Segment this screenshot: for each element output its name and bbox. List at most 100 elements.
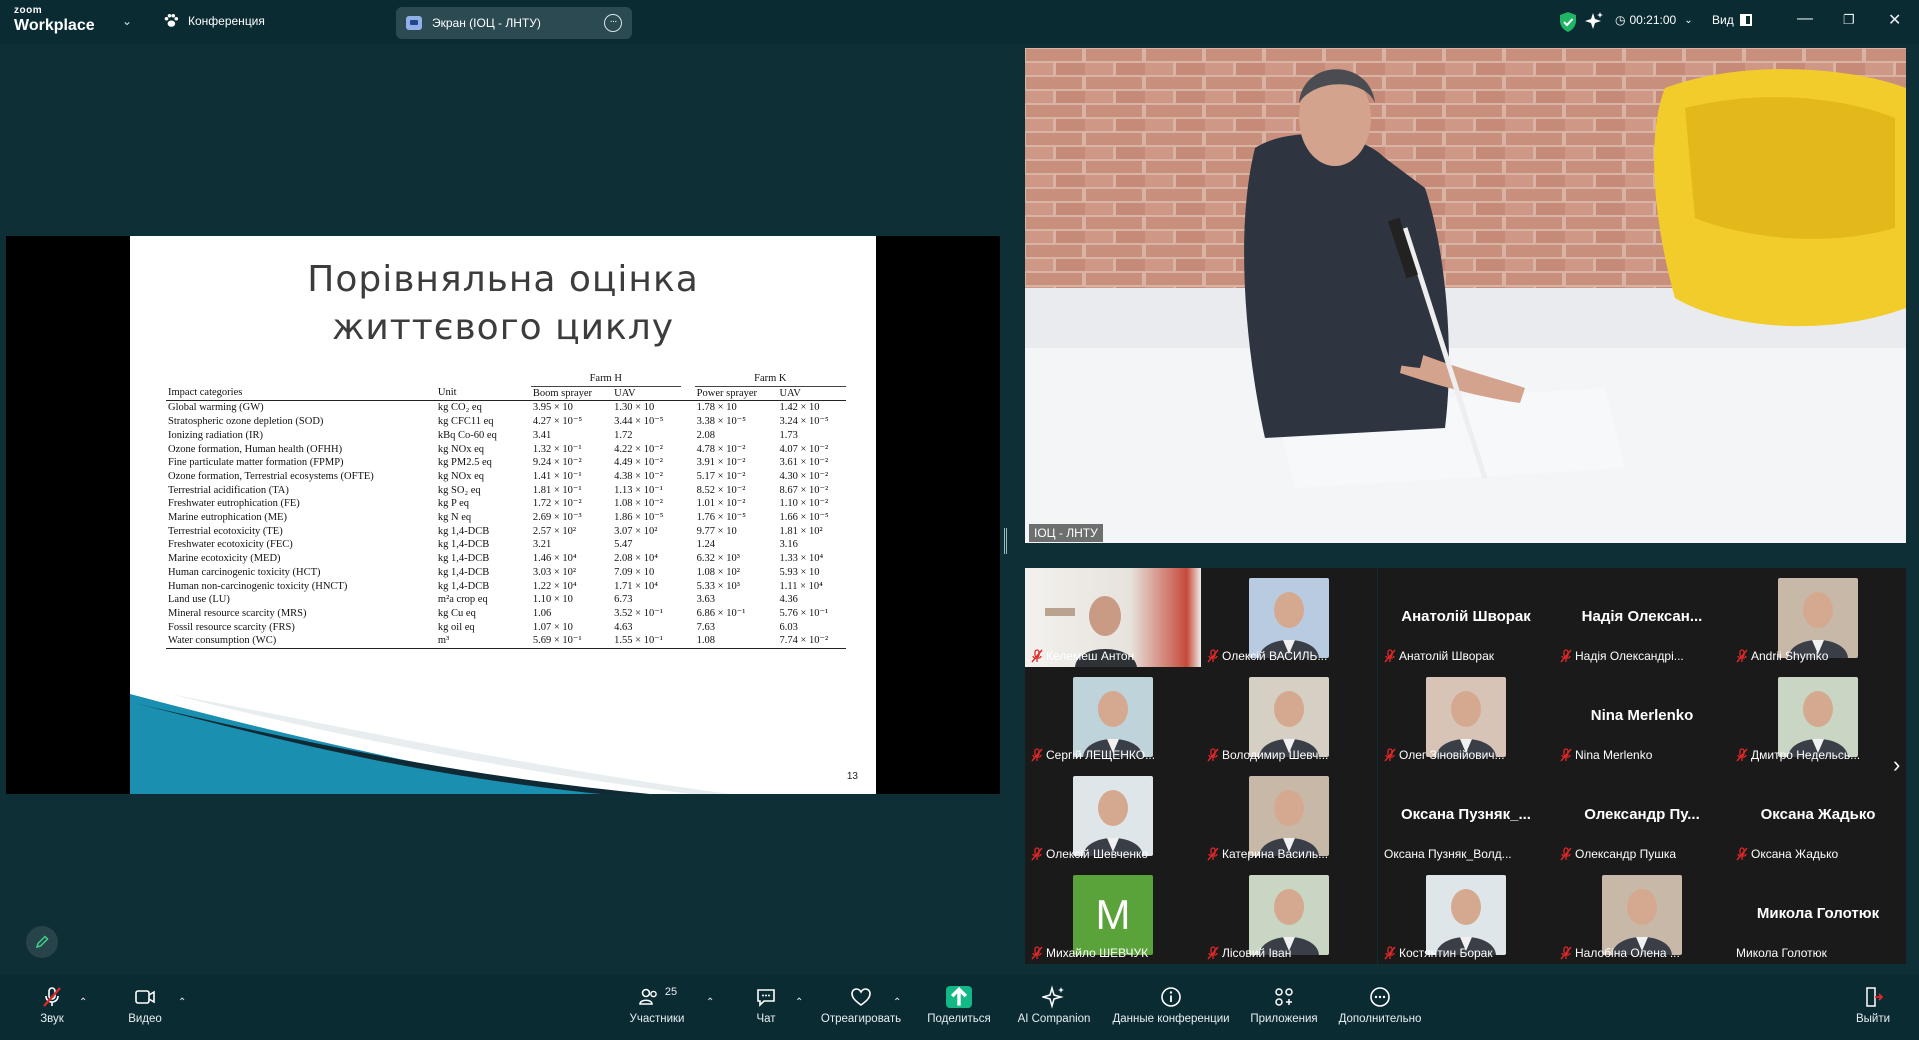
participant-display-name: Анатолій Шворак [1401, 608, 1531, 625]
screen-share-tab[interactable]: Экран (ІОЦ - ЛНТУ) ··· [396, 7, 632, 39]
table-cell: 5.47 [614, 539, 633, 551]
column-gap [681, 552, 695, 566]
chat-options-caret[interactable]: ⌃ [795, 997, 803, 1008]
react-button[interactable]: Отреагировать [818, 981, 904, 1025]
table-cell: kg 1,4-DCB [437, 566, 490, 578]
column-gap [681, 593, 695, 607]
close-icon[interactable]: ✕ [1888, 10, 1901, 30]
shared-screen[interactable]: Порівняльна оцінка життєвого циклу Farm … [6, 236, 1000, 794]
participant-tile[interactable]: Дмитро Недельсь... [1730, 667, 1906, 766]
participant-tile[interactable]: Оксана Жадько Оксана Жадько [1730, 766, 1906, 865]
apps-icon [1275, 988, 1293, 1006]
column-gap [517, 552, 531, 566]
audio-button[interactable]: Звук [36, 981, 68, 1025]
video-options-caret[interactable]: ⌃ [178, 997, 186, 1008]
table-cell: 3.07 × 10² [614, 525, 658, 537]
participant-name: Дмитро Недельсь... [1751, 748, 1861, 762]
column-gap [681, 511, 695, 525]
apps-button[interactable]: Приложения [1246, 981, 1322, 1025]
table-cell: 1.72 × 10⁻² [532, 498, 582, 510]
participant-tile[interactable]: Володимир Шевч... [1201, 667, 1377, 766]
participants-options-caret[interactable]: ⌃ [706, 997, 714, 1008]
meeting-toolbar: Звук ⌃ Видео ⌃ 25 Участники ⌃ Чат ⌃ Отре… [0, 975, 1919, 1040]
table-row: Ozone formation, Human health (OFHH) kg N… [166, 443, 846, 457]
table-cell: 2.08 × 10⁴ [614, 553, 658, 565]
microphone-muted-icon [1384, 748, 1396, 762]
meeting-info-button[interactable]: Данные конференции [1108, 981, 1234, 1025]
table-cell: 4.22 × 10⁻² [614, 443, 663, 455]
table-row: Human non-carcinogenic toxicity (HNCT) kg… [166, 580, 846, 594]
share-screen-button[interactable]: Поделиться [924, 981, 994, 1025]
participant-name-label: Олег Зіновійович... [1384, 748, 1505, 762]
encryption-shield-icon[interactable] [1558, 11, 1578, 33]
view-button[interactable]: Вид [1712, 13, 1752, 27]
participant-tile[interactable]: Катерина Василь... [1201, 766, 1377, 865]
restore-icon[interactable]: ❐ [1843, 12, 1855, 28]
participant-tile[interactable]: Олег Зіновійович... [1378, 667, 1554, 766]
table-cell: Marine eutrophication (ME) [168, 512, 287, 524]
meeting-menu-button[interactable]: Конференция [162, 12, 265, 30]
table-cell: 1.81 × 10² [779, 525, 823, 537]
participant-tile[interactable]: Andrii Shymko [1730, 568, 1906, 667]
table-cell: 1.76 × 10⁻⁵ [696, 512, 746, 524]
participant-tile[interactable]: Олександр Пу... Олександр Пушка [1554, 766, 1730, 865]
participant-name: Оксана Жадько [1751, 847, 1839, 861]
participant-tile[interactable]: Келемеш Антон [1025, 568, 1201, 667]
column-gap [517, 497, 531, 511]
table-cell: 1.41 × 10⁻¹ [532, 470, 582, 482]
table-cell: Land use (LU) [168, 594, 230, 606]
table-cell: 1.72 [614, 429, 633, 441]
logo-top-text: zoom [14, 5, 43, 16]
microphone-muted-icon [1031, 649, 1043, 663]
table-cell: 6.86 × 10⁻¹ [696, 607, 746, 619]
participant-name: Надія Олександрі... [1575, 649, 1684, 663]
table-cell: 1.11 × 10⁴ [779, 580, 823, 592]
table-cell: 5.17 × 10⁻² [696, 470, 746, 482]
table-cell: 3.16 [779, 539, 798, 551]
participant-tile[interactable]: Надія Олексан... Надія Олександрі... [1554, 568, 1730, 667]
audio-options-caret[interactable]: ⌃ [79, 997, 87, 1008]
minimize-icon[interactable]: — [1797, 10, 1813, 28]
video-button[interactable]: Видео [127, 981, 163, 1025]
participant-tile[interactable]: Олексій Шевченко [1025, 766, 1201, 865]
participant-name: Налобіна Олена ... [1575, 946, 1680, 960]
react-options-caret[interactable]: ⌃ [893, 997, 901, 1008]
participant-tile[interactable]: Олексій ВАСИЛЬ... [1201, 568, 1377, 667]
participant-name: Nina Merlenko [1575, 748, 1653, 762]
participant-name-label: Катерина Василь... [1207, 847, 1328, 861]
table-cell: m²a crop eq [437, 594, 488, 606]
ai-companion-button[interactable]: AI Companion [1014, 981, 1094, 1025]
participant-tile[interactable]: Оксана Пузняк_... Оксана Пузняк_Волд... [1378, 766, 1554, 865]
active-speaker-video[interactable] [1025, 48, 1906, 543]
participant-tile[interactable]: Лісовий Іван [1201, 865, 1377, 964]
participant-tile[interactable]: Сергій ЛЕЩЕНКО... [1025, 667, 1201, 766]
table-cell: 7.09 × 10 [614, 566, 655, 578]
participant-tile[interactable]: M Михайло ШЕВЧУК [1025, 865, 1201, 964]
participant-tile[interactable]: Nina Merlenko Nina Merlenko [1554, 667, 1730, 766]
table-row: Global warming (GW) kg CO₂ eq 3.95 × 10 1.3… [166, 401, 846, 415]
more-button[interactable]: Дополнительно [1334, 981, 1426, 1025]
leave-button[interactable]: Выйти [1853, 981, 1893, 1025]
chat-button[interactable]: Чат [751, 981, 781, 1025]
participant-tile[interactable]: Микола Голотюк Микола Голотюк [1730, 865, 1906, 964]
table-cell: 1.08 × 10⁻² [614, 498, 663, 510]
ai-sparkle-icon[interactable] [1584, 11, 1604, 31]
column-gap [517, 525, 531, 539]
participant-tile[interactable]: Налобіна Олена ... [1554, 865, 1730, 964]
annotate-pencil-icon[interactable] [26, 926, 58, 958]
participants-button[interactable]: 25 Участники [624, 981, 690, 1025]
more-options-icon[interactable]: ··· [604, 14, 622, 32]
react-label: Отреагировать [820, 1013, 902, 1025]
participant-tile[interactable]: Анатолій Шворак Анатолій Шворак [1378, 568, 1554, 667]
chevron-down-icon[interactable]: ⌄ [122, 14, 132, 28]
table-cell: Ozone formation, Human health (OFHH) [168, 443, 343, 455]
chevron-right-icon[interactable]: › [1893, 752, 1900, 778]
zoom-workplace-logo[interactable]: zoom Workplace [14, 6, 124, 38]
participant-tile[interactable]: Костянтин Борак [1378, 865, 1554, 964]
split-resize-handle[interactable] [1004, 528, 1007, 554]
column-gap [517, 580, 531, 594]
table-cell: 1.86 × 10⁻⁵ [614, 512, 664, 524]
meeting-timer[interactable]: ◷ 00:21:00 ⌄ [1615, 13, 1693, 27]
table-cell: Freshwater ecotoxicity (FEC) [168, 539, 293, 551]
table-cell: 4.49 × 10⁻² [614, 457, 663, 469]
